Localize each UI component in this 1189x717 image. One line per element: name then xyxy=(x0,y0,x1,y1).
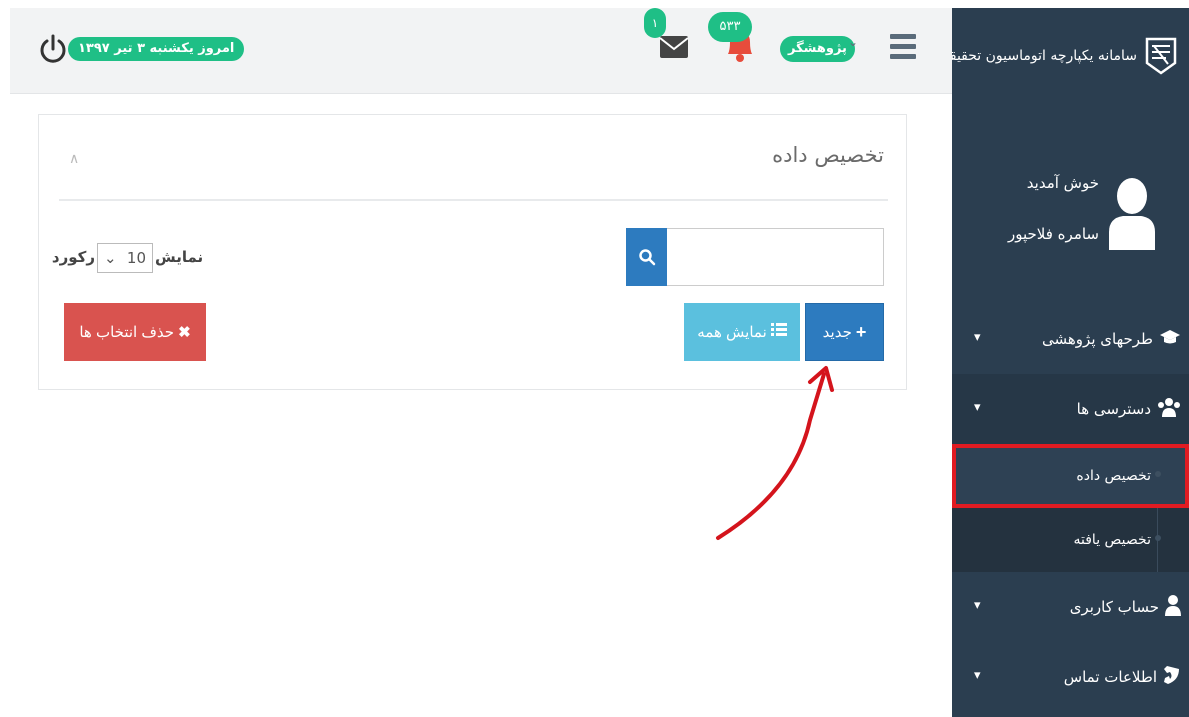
show-all-button[interactable]: نمایش همه xyxy=(684,303,800,361)
search-button[interactable] xyxy=(626,228,667,286)
chevron-down-icon: ▾ xyxy=(974,598,981,613)
sidebar-item-research-projects[interactable]: طرحهای پژوهشی ▾ xyxy=(952,304,1189,374)
page-length-value: 10 xyxy=(126,249,146,267)
submenu-item-data-allocation[interactable]: تخصیص داده xyxy=(952,444,1189,508)
sidebar-item-label: طرحهای پژوهشی xyxy=(1042,330,1153,348)
delete-selected-button[interactable]: حذف انتخاب ها ✖ xyxy=(64,303,206,361)
bullet-icon xyxy=(1155,471,1161,477)
user-profile: خوش آمدید سامره فلاحپور xyxy=(952,158,1189,258)
new-button-label: جدید xyxy=(822,324,852,341)
sidebar-item-label: دسترسی ها xyxy=(1076,400,1151,418)
date-badge: امروز یکشنبه ۳ تیر ۱۳۹۷ xyxy=(68,37,245,61)
delete-button-label: حذف انتخاب ها xyxy=(79,324,175,341)
chevron-up-icon[interactable]: ∧ xyxy=(69,151,79,167)
records-label: رکورد xyxy=(51,248,95,266)
bullet-icon xyxy=(1155,535,1161,541)
sidebar-item-account[interactable]: حساب کاربری ▾ xyxy=(952,572,1189,642)
chevron-down-icon: ⌄ xyxy=(104,249,117,267)
user-icon xyxy=(1165,594,1181,620)
notification-count-badge: ۵۳۳ xyxy=(708,12,752,42)
sidebar-item-label: اطلاعات تماس xyxy=(1063,668,1157,686)
show-label: نمایش xyxy=(155,248,204,266)
username: سامره فلاحپور xyxy=(1008,225,1099,243)
role-badge[interactable]: پژوهشگر xyxy=(780,36,855,62)
data-allocation-panel: تخصیص داده ∧ نمایش ⌄ 10 رکورد جدید + نما… xyxy=(38,114,907,390)
avatar xyxy=(1107,170,1157,250)
brand-title: سامانه یکپارچه اتوماسیون تحقیقات xyxy=(932,47,1137,64)
submenu: تخصیص داده تخصیص یافته xyxy=(952,444,1189,572)
brand[interactable]: سامانه یکپارچه اتوماسیون تحقیقات xyxy=(932,8,1189,103)
chevron-down-icon[interactable]: ⌄ xyxy=(848,35,858,49)
search-icon xyxy=(638,249,655,266)
list-icon xyxy=(770,323,787,341)
close-icon: ✖ xyxy=(178,324,191,341)
sidebar-menu: طرحهای پژوهشی ▾ دسترسی ها ▾ تخصیص داده ت… xyxy=(952,304,1189,712)
new-button[interactable]: جدید + xyxy=(805,303,884,361)
users-icon xyxy=(1157,397,1181,421)
chevron-down-icon: ▾ xyxy=(974,400,981,415)
menu-toggle-icon[interactable] xyxy=(890,34,916,60)
search-input[interactable] xyxy=(666,228,884,286)
chevron-down-icon: ▾ xyxy=(974,330,981,345)
logo-icon xyxy=(1143,36,1179,76)
plus-icon: + xyxy=(855,321,867,342)
chevron-down-icon: ▾ xyxy=(974,668,981,683)
panel-title: تخصیص داده xyxy=(772,143,884,167)
submenu-item-allocated[interactable]: تخصیص یافته xyxy=(952,508,1189,572)
top-bar: امروز یکشنبه ۳ تیر ۱۳۹۷ ۱ ۵۳۳ پژوهشگر ⌄ xyxy=(10,8,952,94)
welcome-text: خوش آمدید xyxy=(1026,174,1099,192)
power-icon[interactable] xyxy=(38,32,68,68)
show-all-button-label: نمایش همه xyxy=(697,324,767,341)
submenu-item-label: تخصیص یافته xyxy=(1073,532,1152,548)
page-length-select[interactable]: ⌄ 10 xyxy=(97,243,153,273)
mail-count-badge: ۱ xyxy=(644,8,666,38)
sidebar: سامانه یکپارچه اتوماسیون تحقیقات خوش آمد… xyxy=(932,8,1189,717)
sidebar-item-contact-info[interactable]: اطلاعات تماس ▾ xyxy=(952,642,1189,712)
phone-icon xyxy=(1163,665,1181,689)
submenu-item-label: تخصیص داده xyxy=(1076,468,1151,484)
divider xyxy=(59,199,888,201)
sidebar-item-access[interactable]: دسترسی ها ▾ xyxy=(952,374,1189,444)
graduation-cap-icon xyxy=(1159,329,1181,349)
sidebar-item-label: حساب کاربری xyxy=(1069,598,1159,616)
